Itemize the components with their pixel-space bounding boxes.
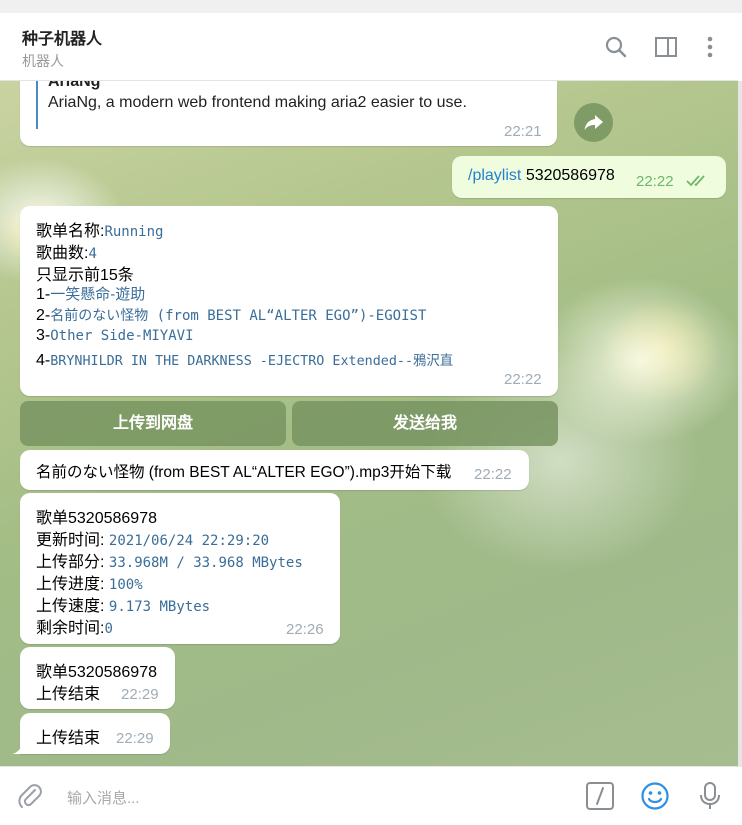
window-top-strip <box>0 0 742 13</box>
message-link-preview[interactable]: AriaNg AriaNg, a modern web frontend mak… <box>20 81 557 146</box>
playlist-name-row: 歌单名称:Running <box>36 217 163 241</box>
upload-speed-row: 上传速度: 9.173 MBytes <box>36 592 210 616</box>
message-time: 22:26 <box>286 621 324 638</box>
playlist-item-number: 2- <box>36 307 51 324</box>
message-playlist[interactable]: 歌单名称:Running 歌曲数:4 只显示前15条 1-一笑懸命-遊助 2-名… <box>20 206 558 396</box>
message-download-started[interactable]: 名前のない怪物 (from BEST AL“ALTER EGO”).mp3开始下… <box>20 450 529 490</box>
message-upload-finished[interactable]: 歌单5320586978 上传结束 22:29 <box>20 647 175 709</box>
playlist-item-title: 一笑懸命-遊助 <box>50 286 146 303</box>
remaining-time-value: 0 <box>104 621 113 637</box>
read-ticks-icon <box>686 175 705 187</box>
upload-progress-value: 100% <box>108 577 143 593</box>
message-input[interactable]: 输入消息... <box>67 787 140 808</box>
upload-progress-row: 上传进度: 100% <box>36 570 143 594</box>
uploaded-part-label: 上传部分: <box>36 554 105 571</box>
playlist-name-value: Running <box>104 224 164 240</box>
command-line: /playlist 5320586978 <box>468 167 615 185</box>
playlist-limit-note: 只显示前15条 <box>36 267 134 284</box>
playlist-item: 3-Other Side-MIYAVI <box>36 327 194 345</box>
share-arrow-icon <box>584 115 603 130</box>
message-time: 22:22 <box>636 173 674 190</box>
chat-scrollbar[interactable] <box>738 81 742 766</box>
uploaded-part-value: 33.968M / 33.968 MBytes <box>108 555 303 571</box>
message-upload-finished[interactable]: 上传结束 22:29 <box>20 713 170 754</box>
attach-icon[interactable] <box>15 781 45 811</box>
microphone-icon[interactable] <box>695 781 725 811</box>
message-outgoing-command[interactable]: /playlist 5320586978 22:22 <box>452 156 726 198</box>
message-time: 22:22 <box>474 466 512 483</box>
update-time-label: 更新时间: <box>36 532 105 549</box>
playlist-item-title: 名前のない怪物 (from BEST AL“ALTER EGO”)-EGOIST <box>50 308 427 324</box>
update-time-row: 更新时间: 2021/06/24 22:29:20 <box>36 526 269 550</box>
forward-button[interactable] <box>574 103 613 142</box>
playlist-count-row: 歌曲数:4 <box>36 239 97 263</box>
message-composer: 输入消息... <box>0 766 742 825</box>
uploaded-part-row: 上传部分: 33.968M / 33.968 MBytes <box>36 548 303 572</box>
message-time: 22:29 <box>116 730 154 747</box>
chat-title[interactable]: 种子机器人 <box>22 25 102 49</box>
search-icon[interactable] <box>603 34 629 60</box>
message-time: 22:29 <box>121 686 159 703</box>
preview-text: AriaNg, a modern web frontend making ari… <box>48 94 467 111</box>
message-time: 22:21 <box>504 123 542 140</box>
playlist-count-label: 歌曲数: <box>36 245 89 262</box>
playlist-item-number: 3- <box>36 327 51 344</box>
chat-header: 种子机器人 机器人 <box>0 13 738 81</box>
playlist-item-title: BRYNHILDR IN THE DARKNESS -EJECTRO Exten… <box>50 354 454 369</box>
playlist-item: 2-名前のない怪物 (from BEST AL“ALTER EGO”)-EGOI… <box>36 305 426 325</box>
bubble-tail <box>12 744 22 754</box>
playlist-item-number: 1- <box>36 286 51 303</box>
command-link[interactable]: /playlist <box>468 167 521 184</box>
playlist-item: 1-一笑懸命-遊助 <box>36 283 145 304</box>
chat-history[interactable]: AriaNg AriaNg, a modern web frontend mak… <box>0 81 740 766</box>
upload-speed-label: 上传速度: <box>36 598 105 615</box>
chat-subtitle: 机器人 <box>22 53 64 69</box>
finished-title: 歌单5320586978 <box>36 664 157 681</box>
emoji-icon[interactable] <box>640 781 670 811</box>
finished-text: 上传结束 <box>36 686 101 703</box>
playlist-item-number: 4- <box>36 352 51 369</box>
command-icon[interactable] <box>585 781 615 811</box>
send-to-me-button[interactable]: 发送给我 <box>292 401 558 446</box>
playlist-name-label: 歌单名称: <box>36 223 105 240</box>
playlist-count-value: 4 <box>88 246 97 262</box>
upload-to-cloud-button[interactable]: 上传到网盘 <box>20 401 286 446</box>
quote-bar <box>36 81 38 129</box>
more-vertical-icon[interactable] <box>697 34 723 60</box>
upload-progress-label: 上传进度: <box>36 576 105 593</box>
message-upload-progress[interactable]: 歌单5320586978 更新时间: 2021/06/24 22:29:20 上… <box>20 493 340 644</box>
message-time: 22:22 <box>504 371 542 388</box>
update-time-value: 2021/06/24 22:29:20 <box>108 533 270 549</box>
preview-title: AriaNg <box>48 81 101 90</box>
command-argument: 5320586978 <box>525 167 615 184</box>
sidebar-toggle-icon[interactable] <box>653 34 679 60</box>
playlist-item: 4-BRYNHILDR IN THE DARKNESS -EJECTRO Ext… <box>36 349 453 370</box>
remaining-time-label: 剩余时间: <box>36 620 105 637</box>
finished-text: 上传结束 <box>36 730 101 747</box>
download-text: 名前のない怪物 (from BEST AL“ALTER EGO”).mp3开始下… <box>36 464 452 481</box>
progress-title: 歌单5320586978 <box>36 510 157 527</box>
remaining-time-row: 剩余时间:0 <box>36 614 113 638</box>
upload-speed-value: 9.173 MBytes <box>108 599 211 615</box>
playlist-item-title: Other Side-MIYAVI <box>50 328 194 344</box>
